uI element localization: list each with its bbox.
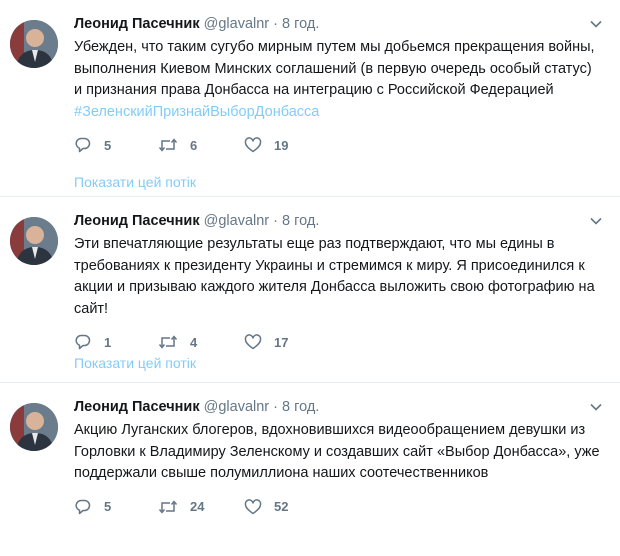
- tweet-header: Леонид Пасечник @glavalnr · 8 год.: [74, 397, 600, 417]
- hashtag-link[interactable]: #ЗеленскийПризнайВыборДонбасса: [74, 102, 600, 124]
- reply-icon: [75, 137, 91, 153]
- retweet-count: 24: [190, 499, 205, 514]
- chevron-down-icon[interactable]: [586, 16, 606, 32]
- like-button[interactable]: 17: [244, 333, 328, 351]
- heart-icon: [244, 334, 262, 350]
- show-thread-link[interactable]: Показати цей потік: [74, 355, 196, 371]
- tweet-body: Акцию Луганских блогеров, вдохновившихся…: [74, 422, 600, 481]
- separator: ·: [273, 16, 279, 32]
- tweet-text: Эти впечатляющие результаты еще раз подт…: [74, 234, 600, 320]
- like-count: 52: [274, 499, 289, 514]
- author-handle[interactable]: @glavalnr: [204, 213, 270, 229]
- like-button[interactable]: 52: [244, 498, 328, 516]
- avatar[interactable]: [10, 403, 58, 451]
- tweet-actions: 5 24 52: [74, 497, 600, 517]
- tweet-body: Убежден, что таким сугубо мирным путем м…: [74, 39, 595, 98]
- reply-count: 5: [104, 499, 112, 514]
- author-name[interactable]: Леонид Пасечник: [74, 213, 200, 229]
- reply-count: 1: [104, 334, 112, 350]
- tweet[interactable]: Леонид Пасечник @glavalnr · 8 год. Акцию…: [0, 383, 620, 556]
- heart-icon: [244, 498, 262, 514]
- retweet-button[interactable]: 6: [158, 136, 244, 154]
- avatar[interactable]: [10, 217, 58, 265]
- show-thread-link[interactable]: Показати цей потік: [74, 174, 196, 190]
- heart-icon: [244, 137, 262, 153]
- reply-button[interactable]: 5: [74, 498, 158, 516]
- timestamp[interactable]: 8 год.: [282, 213, 319, 229]
- chevron-down-icon[interactable]: [586, 213, 606, 229]
- tweet-body: Эти впечатляющие результаты еще раз подт…: [74, 236, 595, 317]
- retweet-button[interactable]: 24: [158, 498, 244, 516]
- author-name[interactable]: Леонид Пасечник: [74, 399, 200, 415]
- timestamp[interactable]: 8 год.: [282, 399, 319, 415]
- reply-button[interactable]: 5: [74, 136, 158, 154]
- chevron-down-icon[interactable]: [586, 399, 606, 415]
- author-handle[interactable]: @glavalnr: [204, 399, 270, 415]
- retweet-icon: [158, 499, 178, 514]
- retweet-icon: [158, 138, 178, 152]
- like-count: 19: [274, 137, 289, 153]
- tweet[interactable]: Леонид Пасечник @glavalnr · 8 год. Эти в…: [0, 197, 620, 383]
- reply-button[interactable]: 1: [74, 333, 158, 351]
- tweet-feed: Леонид Пасечник @glavalnr · 8 год. Убежд…: [0, 0, 620, 556]
- avatar[interactable]: [10, 20, 58, 68]
- reply-icon: [75, 334, 91, 350]
- tweet-actions: 1 4 17: [74, 332, 600, 352]
- separator: ·: [273, 399, 279, 415]
- retweet-count: 4: [190, 334, 198, 350]
- tweet-text: Акцию Луганских блогеров, вдохновившихся…: [74, 420, 600, 485]
- retweet-count: 6: [190, 137, 198, 153]
- like-button[interactable]: 19: [244, 136, 328, 154]
- author-handle[interactable]: @glavalnr: [204, 16, 270, 32]
- tweet[interactable]: Леонид Пасечник @glavalnr · 8 год. Убежд…: [0, 0, 620, 197]
- reply-count: 5: [104, 137, 112, 153]
- separator: ·: [273, 213, 279, 229]
- like-count: 17: [274, 334, 289, 350]
- retweet-button[interactable]: 4: [158, 333, 244, 351]
- author-name[interactable]: Леонид Пасечник: [74, 16, 200, 32]
- tweet-header: Леонид Пасечник @glavalnr · 8 год.: [74, 211, 600, 231]
- timestamp[interactable]: 8 год.: [282, 16, 319, 32]
- tweet-header: Леонид Пасечник @glavalnr · 8 год.: [74, 14, 600, 34]
- tweet-actions: 5 6 19: [74, 135, 600, 155]
- reply-icon: [75, 499, 91, 514]
- tweet-text: Убежден, что таким сугубо мирным путем м…: [74, 37, 600, 123]
- retweet-icon: [158, 335, 178, 349]
